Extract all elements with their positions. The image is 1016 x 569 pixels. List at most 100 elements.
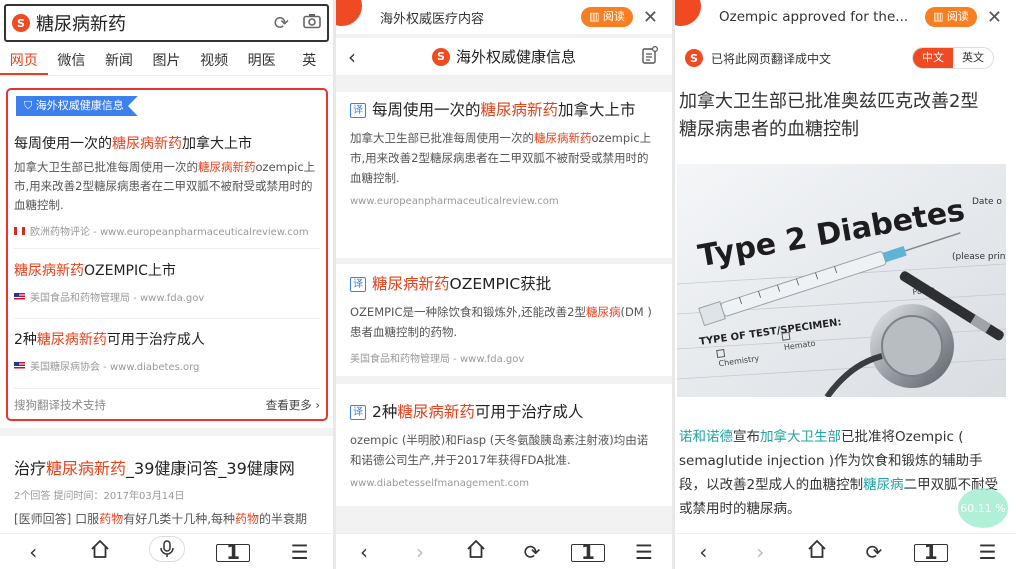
card-footer: 搜狗翻译技术支持 查看更多 › [14,397,320,413]
article-card[interactable]: 译 2种糖尿病新药可用于治疗成人 ozempic (半明胶)和Fiasp (天冬氨… [336,384,672,506]
tab-images[interactable]: 图片 [143,50,191,75]
list-title: 海外权威健康信息 [455,48,576,66]
tab-news[interactable]: 新闻 [95,50,143,75]
article-source: www.diabetesselfmanagement.com [350,478,530,489]
sogou-corner-logo-icon [675,0,709,34]
home-icon[interactable] [83,539,117,564]
translated-tag: 译 [350,103,366,118]
result-item[interactable]: 2种糖尿病新药可用于治疗成人 美国糖尿病协会 - www.diabetes.or… [14,330,320,373]
translation-notice: 已将此网页翻译成中文 [711,51,832,66]
refresh-icon[interactable]: ⟳ [274,13,289,34]
tab-web[interactable]: 网页 [0,50,48,75]
result-title[interactable]: 治疗糖尿病新药_39健康问答_39健康网 [14,455,326,479]
sogou-logo-icon: S [685,49,703,67]
lang-english-option[interactable]: 英文 [953,48,993,68]
forward-icon[interactable]: › [403,540,437,564]
tab-mingyi[interactable]: 明医 [238,50,286,75]
link-health-canada[interactable]: 加拿大卫生部 [760,429,841,445]
sogou-logo-icon: S [12,14,30,32]
article-card[interactable]: 译每周使用一次的糖尿病新药加拿大上市 加拿大卫生部已批准每周使用一次的糖尿病新药… [336,92,672,258]
tab-wechat[interactable]: 微信 [48,50,96,75]
result-source: 欧洲药物评论 - www.europeanpharmaceuticalrevie… [14,223,320,238]
share-icon[interactable] [642,45,659,68]
translation-bar: S 已将此网页翻译成中文 中文 英文 [675,42,1016,74]
list-header: ‹ S 海外权威健康信息 [336,38,672,76]
us-flag-icon [14,292,25,301]
article-title[interactable]: 译每周使用一次的糖尿病新药加拿大上市 [350,98,658,122]
menu-icon[interactable]: ☰ [971,540,1005,564]
home-icon[interactable] [459,539,493,564]
page-title: 海外权威医疗内容 [380,11,485,27]
forward-icon[interactable]: › [743,540,777,564]
tabs-icon[interactable]: 1 [216,540,251,564]
bottom-nav-bar: ‹ › ⟳ 1 ☰ [675,533,1016,569]
camera-icon[interactable] [303,13,321,34]
canada-flag-icon [14,226,25,235]
result-title[interactable]: 2种糖尿病新药可用于治疗成人 [14,330,320,350]
refresh-icon[interactable]: ⟳ [515,540,549,564]
page-title: Ozempic approved for the... [719,9,909,25]
result-source: 美国食品和药物管理局 - www.fda.gov [14,289,320,304]
result-title[interactable]: 每周使用一次的糖尿病新药加拿大上市 [14,134,320,154]
read-mode-button[interactable]: ▥ 阅读 [581,7,633,27]
translation-progress-badge: 60.11 % [958,488,1008,528]
divider [14,248,320,249]
article-source: www.europeanpharmaceuticalreview.com [350,196,559,207]
link-diabetes[interactable]: 糖尿病 [863,477,904,493]
result-item[interactable]: 治疗糖尿病新药_39健康问答_39健康网 2个回答 提问时间：2017年03月1… [14,455,326,528]
search-input[interactable]: 糖尿病新药 [36,10,260,36]
section-gap [0,428,333,436]
shield-icon: ⛉ [24,99,36,112]
article-card[interactable]: 译糖尿病新药OZEMPIC获批 OZEMPIC是一种除饮食和锻炼外,还能改善2型… [336,264,672,376]
tab-video[interactable]: 视频 [190,50,238,75]
top-bar: Ozempic approved for the... ▥ 阅读 ✕ [675,0,1016,34]
menu-icon[interactable]: ☰ [627,540,661,564]
article-title[interactable]: 译 2种糖尿病新药可用于治疗成人 [350,400,658,424]
bottom-nav-bar: ‹ 1 ☰ [0,533,333,569]
article-title[interactable]: 译糖尿病新药OZEMPIC获批 [350,272,658,296]
back-icon[interactable]: ‹ [347,540,381,564]
back-icon[interactable]: ‹ [348,45,356,69]
link-novo-nordisk[interactable]: 诺和诺德 [679,429,733,445]
menu-icon[interactable]: ☰ [283,540,317,564]
back-icon[interactable]: ‹ [686,540,720,564]
top-bar: 海外权威医疗内容 ▥ 阅读 ✕ [336,0,672,34]
bottom-nav-bar: ‹ › ⟳ 1 ☰ [336,533,672,569]
read-mode-button[interactable]: ▥ 阅读 [925,7,977,27]
close-icon[interactable]: ✕ [643,7,658,28]
search-bar[interactable]: S 糖尿病新药 ⟳ [4,4,329,42]
language-toggle[interactable]: 中文 英文 [912,47,994,69]
translated-tag: 译 [350,277,366,292]
mic-icon[interactable] [149,536,186,567]
home-icon[interactable] [800,539,834,564]
sogou-logo-icon: S [431,47,450,66]
result-description: 加拿大卫生部已批准每周使用一次的糖尿病新药ozempic上市,用来改善2型糖尿病… [14,160,316,212]
article-source: 美国食品和药物管理局 - www.fda.gov [350,354,525,365]
tabs-icon[interactable]: 1 [913,540,948,564]
result-title[interactable]: 糖尿病新药OZEMPIC上市 [14,261,320,281]
result-item[interactable]: 糖尿病新药OZEMPIC上市 美国食品和药物管理局 - www.fda.gov [14,261,320,304]
divider [14,318,320,319]
overseas-health-info-card: ⛉ 海外权威健康信息 每周使用一次的糖尿病新药加拿大上市 加拿大卫生部已批准每周… [6,88,328,421]
lang-chinese-option[interactable]: 中文 [913,48,953,68]
tabs-icon[interactable]: 1 [571,540,605,564]
result-item[interactable]: 每周使用一次的糖尿病新药加拿大上市 加拿大卫生部已批准每周使用一次的糖尿病新药o… [14,134,320,238]
health-info-list-panel: 海外权威医疗内容 ▥ 阅读 ✕ ‹ S 海外权威健康信息 译每周使用一次的糖尿病… [336,0,672,569]
overseas-health-badge: ⛉ 海外权威健康信息 [16,96,138,116]
translated-article-panel: Ozempic approved for the... ▥ 阅读 ✕ S 已将此… [675,0,1016,569]
book-icon: ▥ [589,10,603,23]
close-icon[interactable]: ✕ [987,7,1002,28]
tab-english[interactable]: 英 [285,50,333,75]
diabetes-form-image: Type 2 Diabetes Date o (please print TYP… [677,164,1006,397]
result-description: [医师回答] 口服药物有好几类十几种,每种药物的半衰期 [14,512,308,526]
sogou-corner-logo-icon [336,0,370,34]
result-source: 美国糖尿病协会 - www.diabetes.org [14,358,320,373]
article-title: 加拿大卫生部已批准奥兹匹克改善2型糖尿病患者的血糖控制 [679,91,979,140]
divider [14,388,320,389]
back-icon[interactable]: ‹ [16,540,50,564]
refresh-icon[interactable]: ⟳ [857,540,891,564]
article-description: 加拿大卫生部已批准每周使用一次的糖尿病新药ozempic上市,用来改善2型糖尿病… [350,131,652,185]
book-icon: ▥ [933,10,947,23]
view-more-link[interactable]: 查看更多 › [266,397,320,413]
svg-text:(please print: (please print [952,252,1006,262]
